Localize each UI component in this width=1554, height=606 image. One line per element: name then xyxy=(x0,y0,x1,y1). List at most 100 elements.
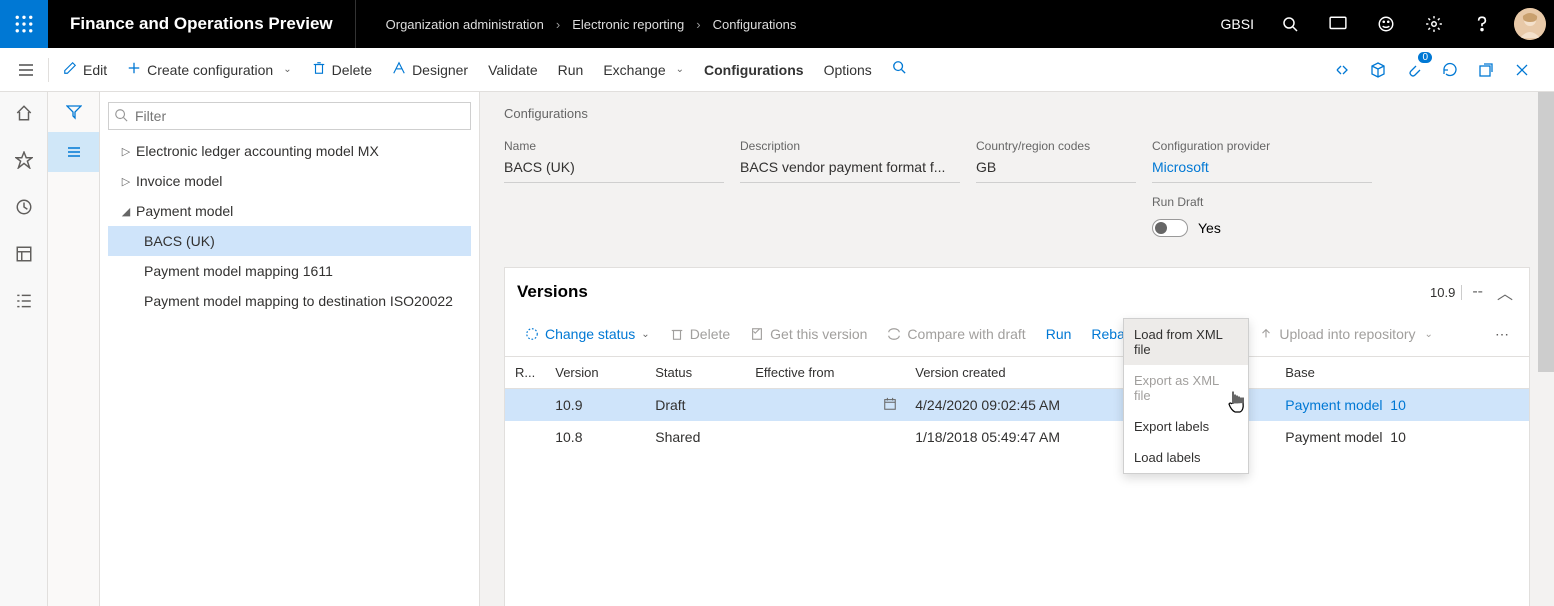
tree-item[interactable]: Payment model mapping 1611 xyxy=(108,256,471,286)
commandbar: Edit Create configuration⌄ Delete Design… xyxy=(0,48,1554,92)
options-tab[interactable]: Options xyxy=(814,48,882,92)
delete-button[interactable]: Delete xyxy=(302,48,382,92)
org-name[interactable]: GBSI xyxy=(1209,16,1266,32)
table-row[interactable]: 10.9 Draft 4/24/2020 09:02:45 AM Payment… xyxy=(505,389,1529,422)
refresh-icon[interactable] xyxy=(1434,54,1466,86)
table-row[interactable]: 10.8 Shared 1/18/2018 05:49:47 AM Paymen… xyxy=(505,421,1529,453)
scrollbar[interactable] xyxy=(1538,92,1554,606)
breadcrumb-item[interactable]: Organization administration xyxy=(386,17,544,32)
field-value-description[interactable]: BACS vendor payment format f... xyxy=(740,159,960,183)
field-label-name: Name xyxy=(504,139,724,153)
versions-section: Versions 10.9 -- ︿ Change status ⌄ Delet… xyxy=(504,267,1530,606)
run-button[interactable]: Run xyxy=(548,48,594,92)
star-icon[interactable] xyxy=(15,151,33,174)
help-icon[interactable] xyxy=(1458,0,1506,48)
dropdown-item-load-xml[interactable]: Load from XML file xyxy=(1124,319,1248,365)
close-icon[interactable] xyxy=(1506,54,1538,86)
main-content: Configurations Name BACS (UK) Descriptio… xyxy=(480,92,1554,606)
search-icon[interactable] xyxy=(1266,0,1314,48)
col-r[interactable]: R... xyxy=(505,357,545,389)
compare-label: Compare with draft xyxy=(907,326,1025,342)
trash-icon xyxy=(312,61,326,78)
search-icon[interactable] xyxy=(882,60,916,79)
validate-button[interactable]: Validate xyxy=(478,48,548,92)
versions-run-button[interactable]: Run xyxy=(1038,318,1080,350)
col-status[interactable]: Status xyxy=(645,357,745,389)
side-nav xyxy=(48,92,100,606)
col-effective[interactable]: Effective from xyxy=(745,357,905,389)
dropdown-item-load-labels[interactable]: Load labels xyxy=(1124,442,1248,473)
chevron-right-icon: ▷ xyxy=(116,145,136,158)
left-rail xyxy=(0,92,48,606)
col-created[interactable]: Version created xyxy=(905,357,1105,389)
versions-delete-label: Delete xyxy=(690,326,730,342)
get-version-button: Get this version xyxy=(742,318,875,350)
versions-dash: -- xyxy=(1462,283,1493,301)
attachment-icon[interactable]: 0 xyxy=(1398,54,1430,86)
avatar[interactable] xyxy=(1514,8,1546,40)
breadcrumb-item[interactable]: Configurations xyxy=(713,17,797,32)
tree-item[interactable]: Payment model mapping to destination ISO… xyxy=(108,286,471,316)
modules-icon[interactable] xyxy=(15,292,33,315)
chevron-down-icon: ⌄ xyxy=(676,64,684,75)
col-base[interactable]: Base xyxy=(1275,357,1529,389)
list-icon[interactable] xyxy=(48,132,99,172)
cell-created: 4/24/2020 09:02:45 AM xyxy=(905,389,1105,422)
dropdown-item-export-labels[interactable]: Export labels xyxy=(1124,411,1248,442)
base-version: 10 xyxy=(1390,397,1406,413)
tree-item[interactable]: ▷Electronic ledger accounting model MX xyxy=(108,136,471,166)
versions-delete-button: Delete xyxy=(662,318,738,350)
base-name-link[interactable]: Payment model xyxy=(1285,397,1382,413)
funnel-icon[interactable] xyxy=(48,92,99,132)
scrollbar-thumb[interactable] xyxy=(1538,92,1554,372)
tree-item-label: BACS (UK) xyxy=(144,233,215,249)
package-icon[interactable] xyxy=(1362,54,1394,86)
app-title: Finance and Operations Preview xyxy=(48,0,356,48)
rundraft-toggle[interactable]: Yes xyxy=(1152,219,1372,237)
edit-button[interactable]: Edit xyxy=(53,48,117,92)
field-label-provider: Configuration provider xyxy=(1152,139,1372,153)
validate-label: Validate xyxy=(488,62,538,78)
breadcrumb-item[interactable]: Electronic reporting xyxy=(572,17,684,32)
cell-effective[interactable] xyxy=(745,389,905,422)
options-label: Options xyxy=(824,62,872,78)
cell-effective[interactable] xyxy=(745,421,905,453)
connect-icon[interactable] xyxy=(1326,54,1358,86)
workspace-icon[interactable] xyxy=(15,245,33,268)
upload-button: Upload into repository ⌄ xyxy=(1251,318,1441,350)
filter-input[interactable] xyxy=(108,102,471,130)
field-value-name[interactable]: BACS (UK) xyxy=(504,159,724,183)
chevron-up-icon[interactable]: ︿ xyxy=(1493,280,1517,304)
clock-icon[interactable] xyxy=(15,198,33,221)
col-version[interactable]: Version xyxy=(545,357,645,389)
more-icon[interactable]: ⋯ xyxy=(1487,326,1517,343)
tree-item[interactable]: ◢Payment model xyxy=(108,196,471,226)
cell-status: Draft xyxy=(645,389,745,422)
chat-icon[interactable] xyxy=(1314,0,1362,48)
designer-button[interactable]: Designer xyxy=(382,48,478,92)
field-value-provider[interactable]: Microsoft xyxy=(1152,159,1372,183)
breadcrumb: Organization administration › Electronic… xyxy=(356,17,797,32)
field-value-country[interactable]: GB xyxy=(976,159,1136,183)
dropdown-item-export-xml: Export as XML file xyxy=(1124,365,1248,411)
tree-item-selected[interactable]: BACS (UK) xyxy=(108,226,471,256)
smile-icon[interactable] xyxy=(1362,0,1410,48)
tree-item[interactable]: ▷Invoice model xyxy=(108,166,471,196)
exchange-button[interactable]: Exchange⌄ xyxy=(593,48,694,92)
change-status-button[interactable]: Change status ⌄ xyxy=(517,318,658,350)
home-icon[interactable] xyxy=(15,104,33,127)
cell-version: 10.8 xyxy=(545,421,645,453)
app-launcher-button[interactable] xyxy=(0,0,48,48)
versions-current: 10.9 xyxy=(1430,285,1462,300)
field-label-description: Description xyxy=(740,139,960,153)
create-label: Create configuration xyxy=(147,62,273,78)
change-status-label: Change status xyxy=(545,326,635,342)
hamburger-icon[interactable] xyxy=(8,62,44,78)
create-config-button[interactable]: Create configuration⌄ xyxy=(117,48,301,92)
attachment-badge: 0 xyxy=(1418,52,1432,63)
chevron-right-icon: › xyxy=(556,17,560,32)
gear-icon[interactable] xyxy=(1410,0,1458,48)
edit-label: Edit xyxy=(83,62,107,78)
configurations-tab[interactable]: Configurations xyxy=(694,48,814,92)
popout-icon[interactable] xyxy=(1470,54,1502,86)
